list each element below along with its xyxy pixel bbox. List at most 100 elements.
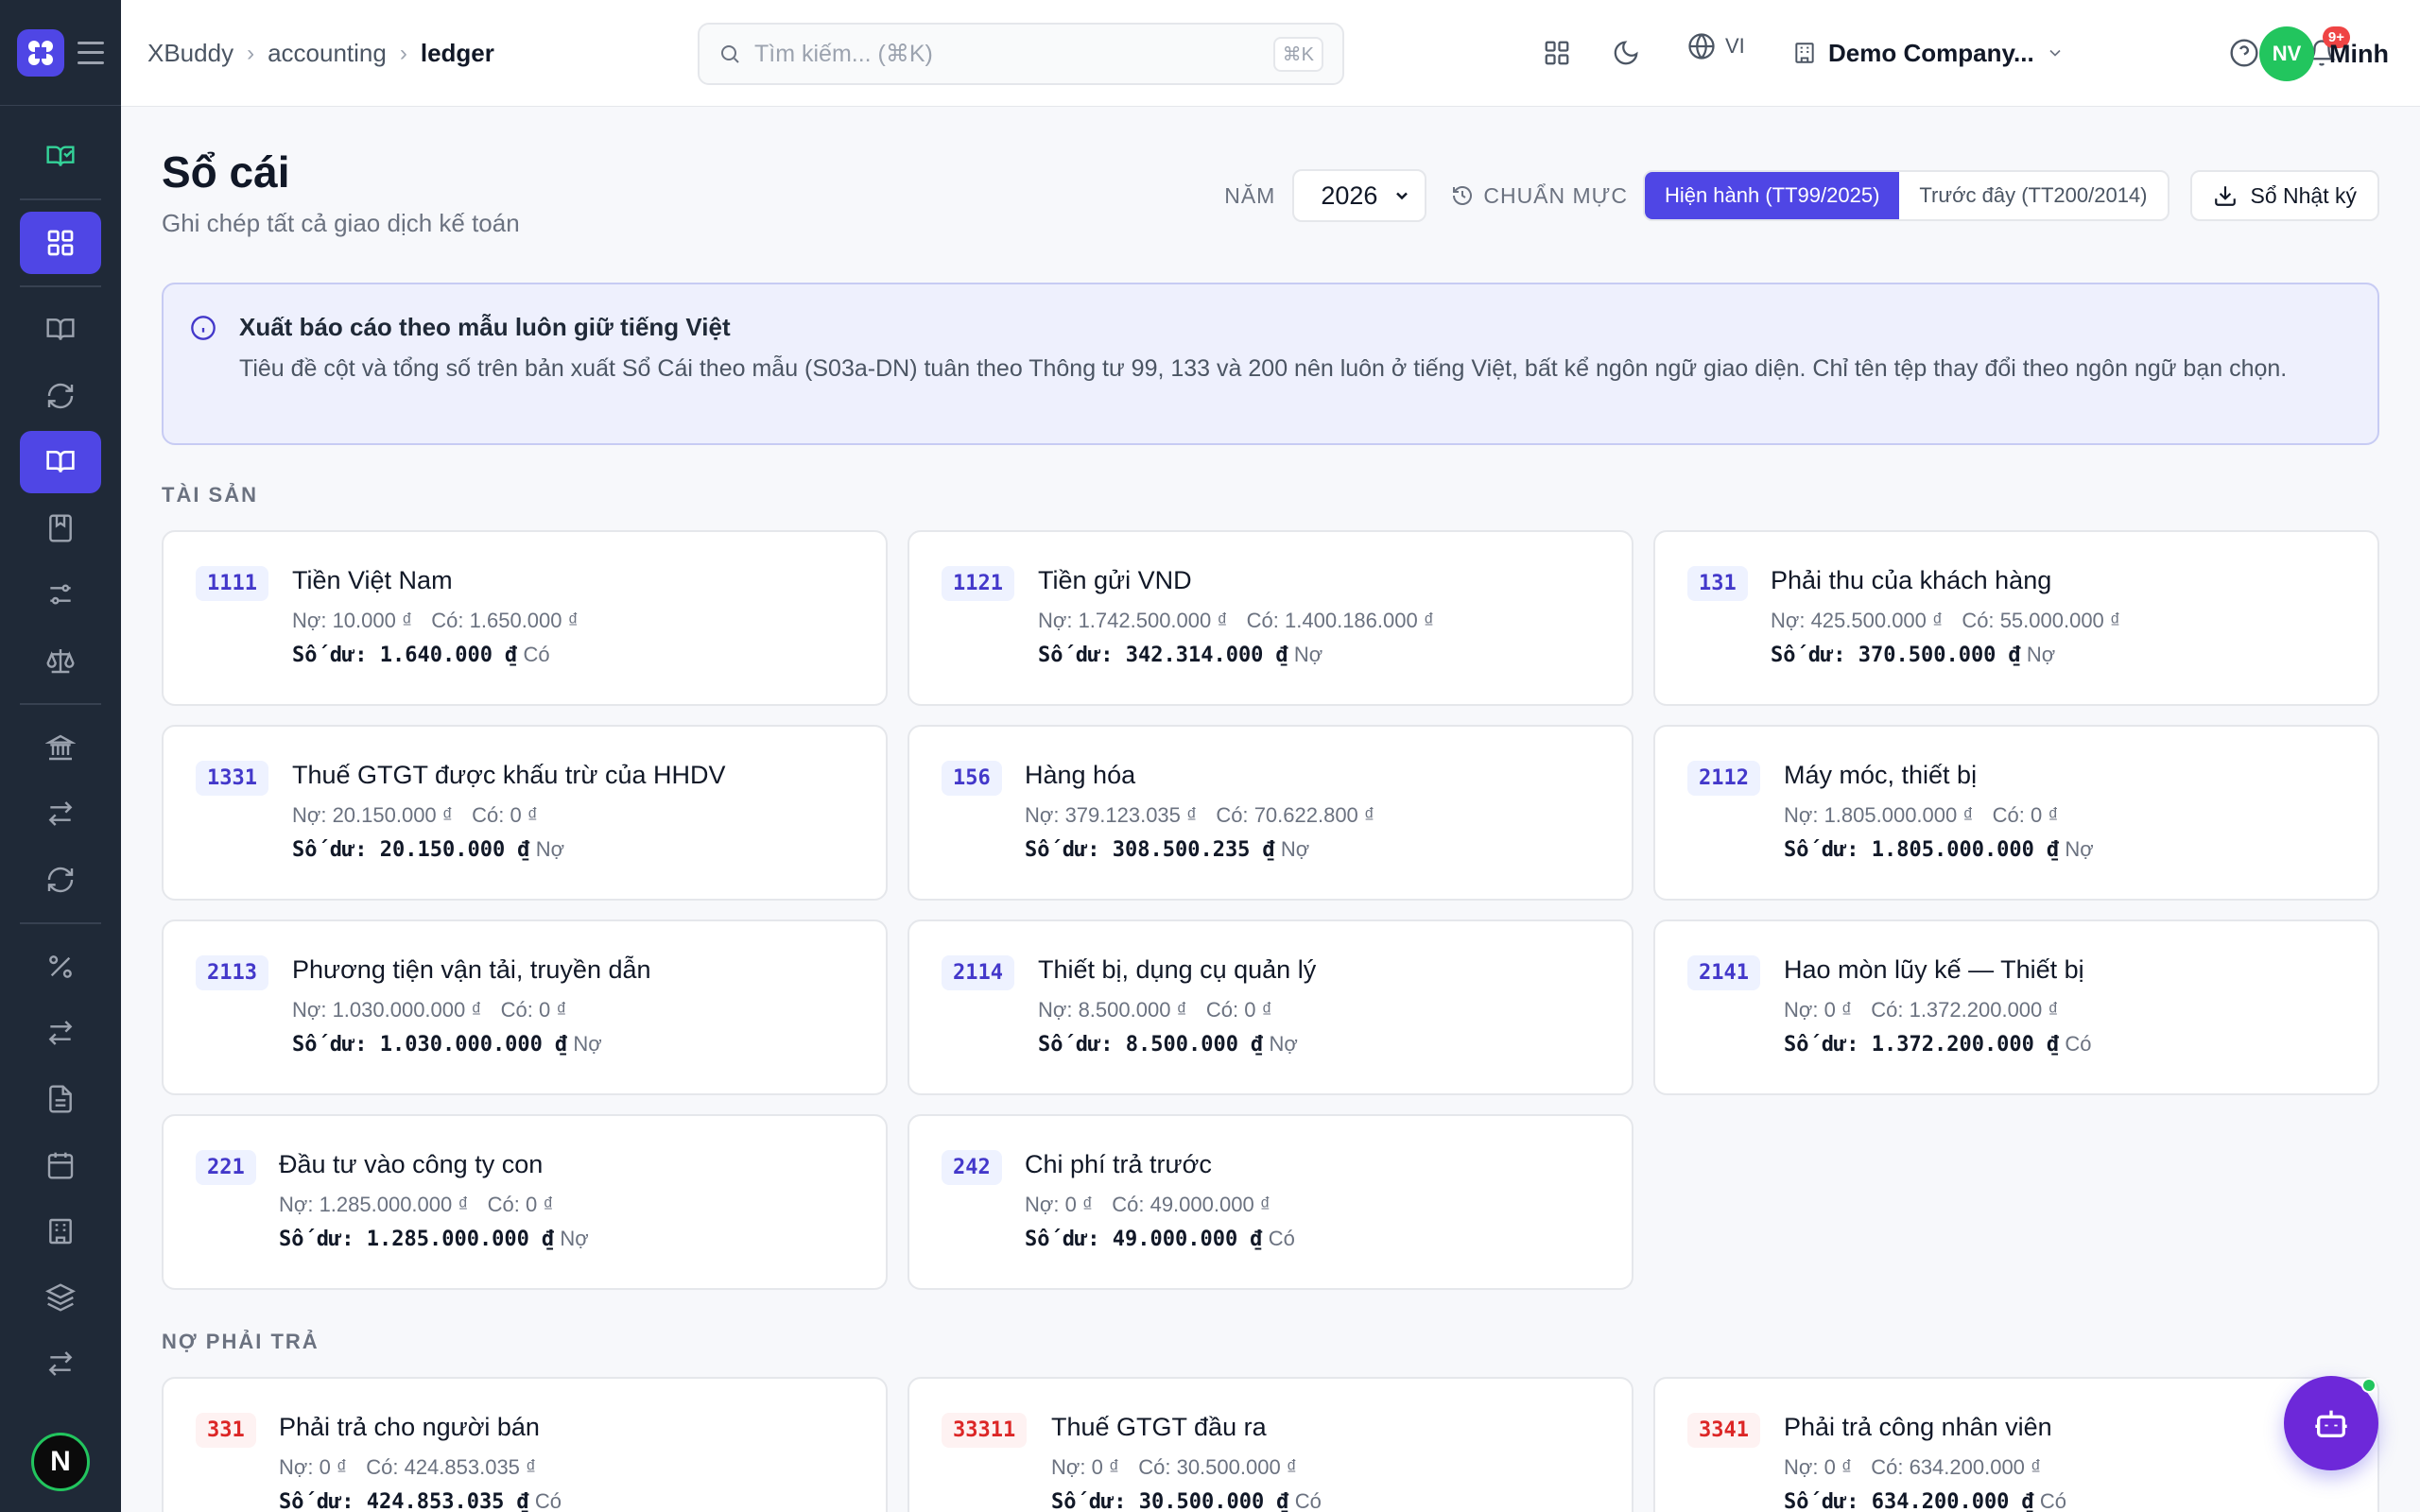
account-details: Hàng hóa Nợ: 379.123.035 ₫ Có: 70.622.800 … [1025, 761, 1374, 862]
account-balance: Số dư: 1.372.200.000 ₫ Có [1784, 1032, 2092, 1057]
debit-label: Nợ: [279, 1193, 314, 1216]
ai-assistant-button[interactable] [2284, 1376, 2378, 1470]
standard-label: CHUẨN MỰC [1451, 183, 1628, 209]
account-name: Thuế GTGT được khấu trừ của HHDV [292, 761, 726, 789]
sidebar-item-layers[interactable] [20, 1266, 101, 1329]
breadcrumb-item[interactable]: XBuddy [147, 39, 233, 68]
account-balance: Số dư: 1.030.000.000 ₫ Nợ [292, 1032, 651, 1057]
account-code: 242 [942, 1150, 1002, 1185]
debit-value: 0 ₫ [1824, 1455, 1853, 1479]
account-card[interactable]: 1121 Tiền gửi VND Nợ: 1.742.500.000 ₫ Có: 1… [908, 530, 1634, 706]
app-logo-icon[interactable] [17, 28, 64, 77]
account-balance: Số dư: 49.000.000 ₫ Có [1025, 1227, 1295, 1251]
standard-previous-option[interactable]: Trước đây (TT200/2014) [1899, 172, 2167, 219]
credit-label: Có: [431, 609, 464, 632]
account-card[interactable]: 156 Hàng hóa Nợ: 379.123.035 ₫ Có: 70.622.8… [908, 725, 1634, 901]
account-card[interactable]: 131 Phải thu của khách hàng Nợ: 425.500.00… [1653, 530, 2379, 706]
balance-label: Số dư: [292, 644, 368, 667]
balance-value: 20.150.000 ₫ [379, 838, 530, 862]
balance-side: Có [2039, 1489, 2067, 1512]
sidebar-divider [20, 703, 101, 705]
account-card[interactable]: 2141 Hao mòn lũy kế — Thiết bị Nợ: 0 ₫ Có: … [1653, 919, 2379, 1095]
account-card[interactable]: 331 Phải trả cho người bán Nợ: 0 ₫ Có: 424.… [162, 1377, 888, 1512]
account-debit-credit: Nợ: 0 ₫ Có: 49.000.000 ₫ [1025, 1193, 1295, 1217]
account-debit-credit: Nợ: 8.500.000 ₫ Có: 0 ₫ [1038, 998, 1316, 1022]
account-name: Thiết bị, dụng cụ quản lý [1038, 955, 1317, 984]
account-debit-credit: Nợ: 1.030.000.000 ₫ Có: 0 ₫ [292, 998, 651, 1022]
search-input[interactable]: Tìm kiếm... (⌘K) ⌘K [698, 23, 1344, 85]
account-name: Phương tiện vận tải, truyền dẫn [292, 955, 651, 984]
apps-grid-icon[interactable] [1536, 32, 1578, 74]
account-name: Phải trả cho người bán [279, 1413, 540, 1441]
account-name: Đầu tư vào công ty con [279, 1150, 544, 1178]
breadcrumb-current: ledger [420, 39, 494, 67]
credit-label: Có: [1962, 609, 1995, 632]
user-menu[interactable]: NV Minh [2259, 26, 2389, 81]
info-banner: Xuất báo cáo theo mẫu luôn giữ tiếng Việ… [162, 283, 2379, 445]
account-details: Phải trả cho người bán Nợ: 0 ₫ Có: 424.853… [279, 1413, 562, 1512]
sidebar-item-exchange[interactable] [20, 1002, 101, 1064]
account-details: Thiết bị, dụng cụ quản lý Nợ: 8.500.000 ₫… [1038, 955, 1316, 1057]
search-icon [721, 45, 739, 63]
sidebar-item-ledger-book[interactable] [20, 125, 101, 187]
balance-side: Có [1294, 1489, 1322, 1512]
sidebar-item-reconcile[interactable] [20, 849, 101, 911]
sidebar-item-dashboard[interactable] [20, 212, 101, 274]
account-balance: Số dư: 342.314.000 ₫ Nợ [1038, 643, 1434, 667]
account-card[interactable]: 3341 Phải trả công nhân viên Nợ: 0 ₫ Có: 63… [1653, 1377, 2379, 1512]
language-selector[interactable]: VI [1687, 32, 1745, 60]
building-icon [49, 1218, 72, 1245]
sidebar-item-balance[interactable] [20, 629, 101, 692]
sidebar-item-settings-sliders[interactable] [20, 563, 101, 626]
balance-value: 424.853.035 ₫ [366, 1490, 529, 1512]
account-card[interactable]: 221 Đầu tư vào công ty con Nợ: 1.285.000.0… [162, 1114, 888, 1290]
balance-side: Nợ [2026, 643, 2056, 666]
account-card[interactable]: 33311 Thuế GTGT đầu ra Nợ: 0 ₫ Có: 30.500.0… [908, 1377, 1634, 1512]
breadcrumb-item[interactable]: accounting [268, 39, 387, 68]
account-code: 2141 [1687, 955, 1760, 990]
account-card[interactable]: 1331 Thuế GTGT được khấu trừ của HHDV Nợ: … [162, 725, 888, 901]
balance-label: Số dư: [1025, 838, 1100, 862]
sidebar-item-bank[interactable] [20, 716, 101, 779]
debit-label: Nợ: [1025, 803, 1060, 827]
year-select[interactable]: 2026 [1292, 169, 1427, 222]
account-code: 1121 [942, 566, 1014, 601]
sidebar-item-transfer[interactable] [20, 782, 101, 845]
account-card[interactable]: 2112 Máy móc, thiết bị Nợ: 1.805.000.000 ₫… [1653, 725, 2379, 901]
account-balance: Số dư: 30.500.000 ₫ Có [1051, 1489, 1322, 1512]
chevron-down-icon [2049, 49, 2061, 57]
account-card[interactable]: 2114 Thiết bị, dụng cụ quản lý Nợ: 8.500.0… [908, 919, 1634, 1095]
sidebar-item-accounts[interactable] [20, 497, 101, 559]
menu-toggle-icon[interactable] [78, 41, 104, 64]
sidebar-item-documents[interactable] [20, 1068, 101, 1130]
account-card[interactable]: 2113 Phương tiện vận tải, truyền dẫn Nợ: 1… [162, 919, 888, 1095]
export-journal-button[interactable]: Sổ Nhật ký [2189, 170, 2379, 221]
standard-current-option[interactable]: Hiện hành (TT99/2025) [1644, 172, 1900, 219]
balance-value: 634.200.000 ₫ [1871, 1490, 2034, 1512]
sidebar-item-sync[interactable] [20, 365, 101, 427]
credit-value: 49.000.000 ₫ [1150, 1193, 1271, 1216]
account-card[interactable]: 1111 Tiền Việt Nam Nợ: 10.000 ₫ Có: 1.650.0… [162, 530, 888, 706]
account-details: Đầu tư vào công ty con Nợ: 1.285.000.000 … [279, 1150, 589, 1251]
debit-value: 425.500.000 ₫ [1810, 609, 1944, 632]
debit-label: Nợ: [292, 803, 327, 827]
chevron-right-icon: › [247, 40, 255, 66]
sidebar-item-calendar[interactable] [20, 1134, 101, 1196]
sidebar-divider [20, 198, 101, 200]
debit-label: Nợ: [1784, 998, 1819, 1022]
sidebar-item-company[interactable] [20, 1200, 101, 1263]
sidebar-item-tax[interactable] [20, 936, 101, 998]
sidebar-item-journal[interactable] [20, 299, 101, 361]
sidebar-user-avatar[interactable]: N [31, 1433, 90, 1491]
sidebar-item-ledger[interactable] [20, 431, 101, 493]
section-heading-assets: TÀI SẢN [162, 483, 258, 507]
balance-side: Nợ [2065, 837, 2094, 861]
debit-value: 0 ₫ [1091, 1455, 1120, 1479]
balance-label: Số dư: [1051, 1490, 1127, 1512]
company-selector[interactable]: Demo Company... [1792, 28, 2065, 77]
search-shortcut-badge: ⌘K [1272, 36, 1323, 72]
account-card[interactable]: 242 Chi phí trả trước Nợ: 0 ₫ Có: 49.000.00… [908, 1114, 1634, 1290]
dark-mode-moon-icon[interactable] [1605, 32, 1647, 74]
account-name: Hàng hóa [1025, 761, 1136, 789]
sidebar-item-transfers[interactable] [20, 1332, 101, 1395]
